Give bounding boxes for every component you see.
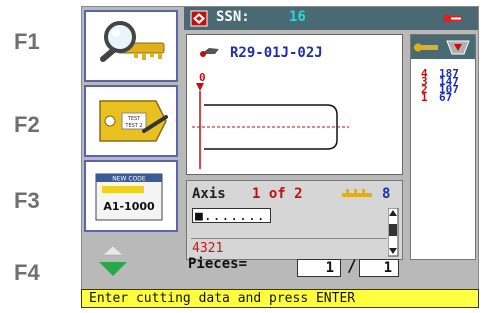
new-code-value: A1-1000 <box>103 200 155 213</box>
ssn-label: SSN: <box>216 9 250 25</box>
magnifier-key-icon <box>100 21 165 62</box>
cut-index: 1 <box>421 91 428 104</box>
comb-icon <box>342 189 372 197</box>
arrow-down-icon[interactable] <box>99 262 127 276</box>
key-tag-button[interactable]: TEST TEST 2 <box>84 85 178 157</box>
navigation-arrows[interactable] <box>97 244 129 280</box>
new-code-title: NEW CODE <box>112 176 146 183</box>
f1-key-label: F1 <box>14 29 40 54</box>
status-header: SSN: 16 <box>184 7 478 30</box>
cut-index-list: 4 3 2 1 <box>421 68 428 104</box>
cut-data-input[interactable]: ■....... <box>192 208 271 224</box>
key-depth-icon <box>414 40 470 55</box>
key-profile-view: R29-01J-02J 0 <box>186 34 403 175</box>
cut-depths-panel: 4 3 2 1 187 147 107 67 <box>410 34 476 260</box>
f3-key-label: F3 <box>14 188 40 213</box>
pieces-done-field[interactable]: 1 <box>297 259 341 277</box>
new-code-button[interactable]: NEW CODE A1-1000 <box>84 160 178 232</box>
axis-counter: 1 of 2 <box>252 186 303 202</box>
arrow-up-icon[interactable] <box>102 245 124 256</box>
key-search-button[interactable] <box>84 10 178 82</box>
key-code-value: 4321 <box>192 241 224 256</box>
key-blade-diagram <box>192 83 349 169</box>
cut-depth-list: 187 147 107 67 <box>439 68 459 103</box>
scrollbar[interactable] <box>388 208 400 258</box>
pieces-label: Pieces= <box>188 256 248 272</box>
pieces-separator: / <box>347 256 357 275</box>
depth-header <box>411 35 475 59</box>
ssn-value: 16 <box>289 9 306 25</box>
key-tag-icon: TEST TEST 2 <box>99 100 168 142</box>
cut-input-panel: Axis 1 of 2 8 ■....... 4321 <box>186 180 403 260</box>
tag-text-1: TEST <box>127 116 141 122</box>
clamp-icon <box>443 14 462 23</box>
machine-icon <box>190 10 208 27</box>
device-screen: SSN: 16 TEST TEST 2 NEW CODE A1-1000 R29… <box>81 6 479 308</box>
axis-number: 8 <box>382 186 391 202</box>
axis-label: Axis <box>192 186 226 202</box>
new-code-card-icon: NEW CODE A1-1000 <box>95 173 163 221</box>
f4-key-label: F4 <box>14 260 40 285</box>
tag-text-2: TEST 2 <box>124 123 142 129</box>
pieces-total-field[interactable]: 1 <box>359 259 399 277</box>
status-message-bar: Enter cutting data and press ENTER <box>81 289 479 308</box>
f2-key-label: F2 <box>14 112 40 137</box>
